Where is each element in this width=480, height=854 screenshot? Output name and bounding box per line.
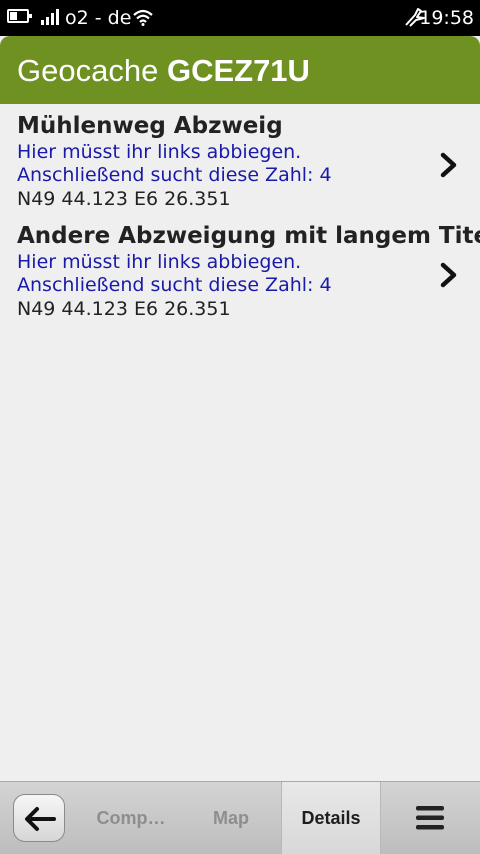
- battery-icon: [7, 9, 32, 23]
- clock: 19:58: [419, 7, 474, 29]
- chevron-right-icon[interactable]: [440, 152, 458, 178]
- screen: o2 - de 19:58 Geocache GCEZ71U Mühlenweg…: [0, 0, 480, 854]
- back-arrow-icon: [25, 807, 56, 831]
- waypoint-coordinates: N49 44.123 E6 26.351: [17, 298, 231, 320]
- waypoint-description-line1: Hier müsst ihr links abbiegen.: [17, 141, 302, 163]
- back-button[interactable]: [13, 794, 65, 842]
- wifi-icon: [133, 9, 153, 26]
- menu-icon[interactable]: [414, 804, 446, 832]
- chevron-right-icon[interactable]: [440, 262, 458, 288]
- bottom-toolbar: Comp… Map Details: [0, 781, 480, 854]
- page-header: Geocache GCEZ71U: [0, 36, 480, 104]
- waypoint-coordinates: N49 44.123 E6 26.351: [17, 188, 231, 210]
- waypoint-title: Andere Abzweigung mit langem Titel: [17, 223, 480, 249]
- status-bar: o2 - de 19:58: [0, 0, 480, 36]
- page-title: Geocache GCEZ71U: [17, 51, 310, 91]
- waypoint-list: Mühlenweg Abzweig Hier müsst ihr links a…: [0, 104, 480, 324]
- list-item[interactable]: Andere Abzweigung mit langem Titel Hier …: [0, 214, 480, 324]
- waypoint-description-line2: Anschließend sucht diese Zahl: 4: [17, 164, 332, 186]
- tab-compass[interactable]: Comp…: [84, 782, 178, 854]
- tab-map[interactable]: Map: [186, 782, 276, 854]
- tab-details[interactable]: Details: [281, 782, 381, 854]
- signal-icon: [41, 9, 59, 25]
- waypoint-description-line2: Anschließend sucht diese Zahl: 4: [17, 274, 332, 296]
- list-item[interactable]: Mühlenweg Abzweig Hier müsst ihr links a…: [0, 104, 480, 214]
- waypoint-description-line1: Hier müsst ihr links abbiegen.: [17, 251, 302, 273]
- carrier-name: o2 - de: [65, 7, 132, 29]
- page-title-prefix: Geocache: [17, 53, 159, 88]
- geocache-code: GCEZ71U: [166, 53, 310, 88]
- waypoint-title: Mühlenweg Abzweig: [17, 113, 283, 139]
